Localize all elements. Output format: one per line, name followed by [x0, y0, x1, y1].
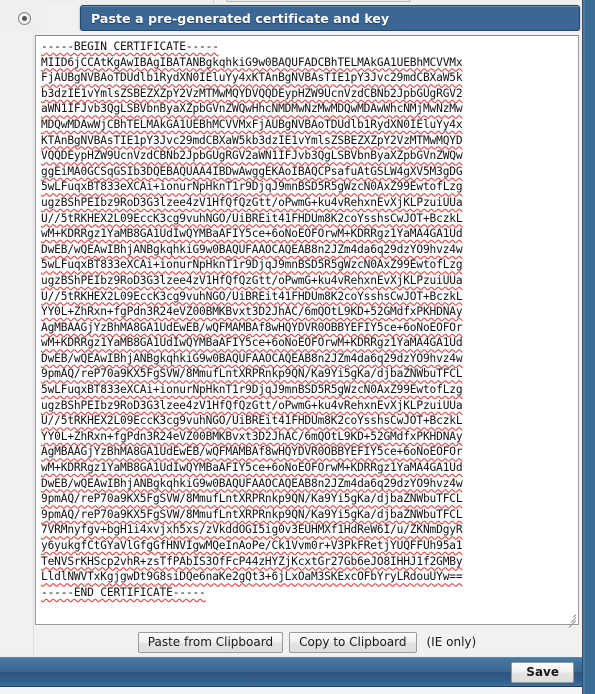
paste-from-clipboard-button[interactable]: Paste from Clipboard: [137, 631, 284, 653]
clipboard-button-row: Paste from Clipboard Copy to Clipboard (…: [35, 630, 579, 654]
certificate-paste-panel: Paste a pre-generated certificate and ke…: [0, 0, 595, 694]
page-title: Paste a pre-generated certificate and ke…: [91, 10, 390, 26]
copy-to-clipboard-button[interactable]: Copy to Clipboard: [289, 631, 417, 653]
paste-certificate-radio[interactable]: [17, 11, 31, 25]
footer-bar: Save: [0, 657, 582, 687]
section-title-bar[interactable]: Paste a pre-generated certificate and ke…: [80, 5, 580, 31]
ie-only-note: (IE only): [426, 635, 477, 649]
section-header: Paste a pre-generated certificate and ke…: [0, 5, 582, 31]
left-gutter: [0, 31, 34, 655]
page-right-edge: [582, 0, 595, 694]
radio-cell: [0, 5, 48, 31]
section-body: Paste from Clipboard Copy to Clipboard (…: [0, 31, 582, 655]
footer-shadow: [0, 687, 582, 694]
certificate-input[interactable]: [35, 35, 579, 625]
certificate-textarea-wrap: [35, 35, 579, 628]
content-column: Paste a pre-generated certificate and ke…: [0, 0, 582, 694]
save-button[interactable]: Save: [511, 661, 574, 683]
